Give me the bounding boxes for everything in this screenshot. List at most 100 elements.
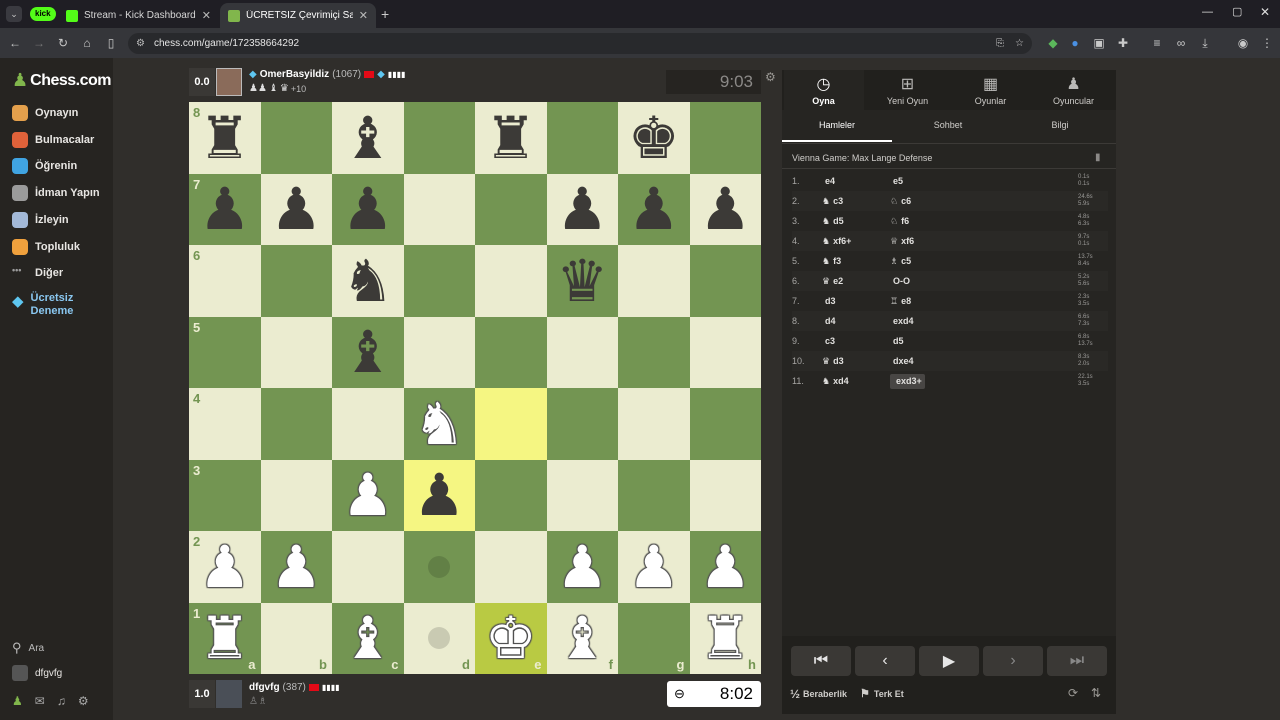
black-move[interactable]: d5 [890, 336, 950, 347]
square-h6[interactable] [689, 245, 761, 317]
square-f4[interactable] [546, 388, 618, 460]
prev-move-button[interactable]: ‹ [855, 646, 915, 676]
square-g1[interactable]: g [618, 602, 690, 674]
white-move[interactable]: ♞ f3 [822, 256, 890, 267]
sidebar-item-0[interactable]: Oynayın [12, 105, 78, 121]
square-f1[interactable]: ♝ f [546, 602, 618, 674]
black-bishop-icon[interactable]: ♝ [342, 323, 394, 381]
forward-move-button[interactable]: › [983, 646, 1043, 676]
extension-discord-icon[interactable]: ▣ [1090, 33, 1108, 53]
white-move[interactable]: ♞ xd4 [822, 376, 890, 387]
tab-players[interactable]: ♟ Oyuncular [1032, 74, 1115, 106]
tab-play[interactable]: ◷ Oyna [782, 74, 865, 106]
white-move[interactable]: e4 [822, 176, 890, 187]
square-a7[interactable]: ♟ 7 [189, 173, 261, 245]
black-move[interactable]: dxe4 [890, 356, 950, 367]
tab-search-button[interactable]: ⌄ [6, 6, 22, 22]
white-pawn-icon[interactable]: ♟ [199, 538, 251, 596]
black-rook-icon[interactable]: ♜ [199, 109, 251, 167]
bell-icon[interactable]: ♫ [57, 694, 66, 708]
black-king-icon[interactable]: ♚ [628, 109, 680, 167]
black-move[interactable]: ♖ e8 [890, 296, 950, 307]
black-bishop-icon[interactable]: ♝ [342, 109, 394, 167]
square-e5[interactable] [475, 316, 547, 388]
white-move[interactable]: ♛ e2 [822, 276, 890, 287]
square-d3[interactable]: ♟ [403, 459, 475, 531]
square-b7[interactable]: ♟ [260, 173, 332, 245]
white-pawn-icon[interactable]: ♟ [699, 538, 751, 596]
square-d5[interactable] [403, 316, 475, 388]
extension-blue-icon[interactable]: ● [1066, 33, 1084, 53]
sidebar-item-4[interactable]: İzleyin [12, 212, 69, 228]
top-player-name[interactable]: OmerBasyildiz [260, 69, 329, 80]
square-f3[interactable] [546, 459, 618, 531]
square-d2[interactable] [403, 531, 475, 603]
sidebar-item-1[interactable]: Bulmacalar [12, 132, 94, 148]
bookmark-star-icon[interactable]: ☆ [1015, 38, 1024, 49]
opening-name[interactable]: Vienna Game: Max Lange Defense [792, 153, 932, 163]
square-h4[interactable] [689, 388, 761, 460]
square-h7[interactable]: ♟ [689, 173, 761, 245]
square-c6[interactable]: ♞ [332, 245, 404, 317]
maximize-icon[interactable]: ▢ [1232, 5, 1242, 18]
white-bishop-icon[interactable]: ♝ [556, 609, 608, 667]
square-c5[interactable]: ♝ [332, 316, 404, 388]
white-move[interactable]: d3 [822, 296, 890, 307]
square-b4[interactable] [260, 388, 332, 460]
tab-games[interactable]: ▦ Oyunlar [949, 74, 1032, 106]
extension-shield-icon[interactable]: ◆ [1044, 33, 1062, 53]
square-h8[interactable] [689, 102, 761, 174]
move-hint-dot[interactable] [428, 555, 451, 578]
sidebar-user[interactable]: dfgvfg [12, 665, 62, 681]
vpn-icon[interactable]: ∞ [1172, 33, 1190, 53]
white-move[interactable]: ♛ d3 [822, 356, 890, 367]
split-view-icon[interactable]: ▯ [102, 33, 120, 53]
square-e4[interactable] [475, 388, 547, 460]
top-player-avatar[interactable] [216, 68, 242, 96]
white-pawn-icon[interactable]: ♟ [556, 538, 608, 596]
square-h2[interactable]: ♟ [689, 531, 761, 603]
browser-tab-kick[interactable]: Stream - Kick Dashboard ✕ [58, 3, 218, 28]
address-bar[interactable]: ⚙ chess.com/game/172358664292 ⎘ ☆ [128, 33, 1032, 54]
square-c8[interactable]: ♝ [332, 102, 404, 174]
sidebar-item-2[interactable]: Öğrenin [12, 158, 77, 174]
window-close-icon[interactable]: ✕ [1260, 5, 1270, 19]
reload-icon[interactable]: ↻ [54, 33, 72, 53]
square-d6[interactable] [403, 245, 475, 317]
subtab-moves[interactable]: Hamleler [782, 120, 892, 142]
black-move[interactable]: ♘ f6 [890, 216, 950, 227]
profile-avatar-icon[interactable]: ◉ [1234, 33, 1252, 53]
square-f8[interactable] [546, 102, 618, 174]
resign-button[interactable]: ⚑ Terk Et [860, 687, 904, 700]
white-move[interactable]: ♞ d5 [822, 216, 890, 227]
square-d7[interactable] [403, 173, 475, 245]
black-move[interactable]: exd4 [890, 316, 950, 327]
square-e7[interactable] [475, 173, 547, 245]
square-h1[interactable]: ♜ h [689, 602, 761, 674]
square-a3[interactable]: 3 [189, 459, 261, 531]
site-info-icon[interactable]: ⚙ [136, 38, 145, 49]
square-c1[interactable]: ♝ c [332, 602, 404, 674]
subtab-chat[interactable]: Sohbet [892, 120, 1004, 142]
sidebar-item-6[interactable]: ••• Diğer [12, 265, 63, 281]
black-move[interactable]: ♕ xf6 [890, 236, 950, 247]
square-h3[interactable] [689, 459, 761, 531]
square-a1[interactable]: ♜ 1 a [189, 602, 261, 674]
chesscom-logo[interactable]: ♟ Chess.com [12, 70, 112, 91]
square-d4[interactable]: ♞ [403, 388, 475, 460]
white-pawn-icon[interactable]: ♟ [342, 466, 394, 524]
white-rook-icon[interactable]: ♜ [699, 609, 751, 667]
square-g2[interactable]: ♟ [618, 531, 690, 603]
square-f6[interactable]: ♛ [546, 245, 618, 317]
analysis-icon[interactable]: ⟳ [1068, 686, 1078, 700]
download-icon[interactable]: ⤓ [1196, 33, 1214, 53]
black-queen-icon[interactable]: ♛ [556, 252, 608, 310]
friends-icon[interactable]: ♟ [12, 694, 23, 708]
square-g3[interactable] [618, 459, 690, 531]
back-icon[interactable]: ← [6, 33, 24, 53]
square-b3[interactable] [260, 459, 332, 531]
browser-menu-icon[interactable]: ⋮ [1258, 33, 1276, 53]
white-move[interactable]: ♞ xf6+ [822, 236, 890, 247]
white-move[interactable]: d4 [822, 316, 890, 327]
square-e2[interactable] [475, 531, 547, 603]
